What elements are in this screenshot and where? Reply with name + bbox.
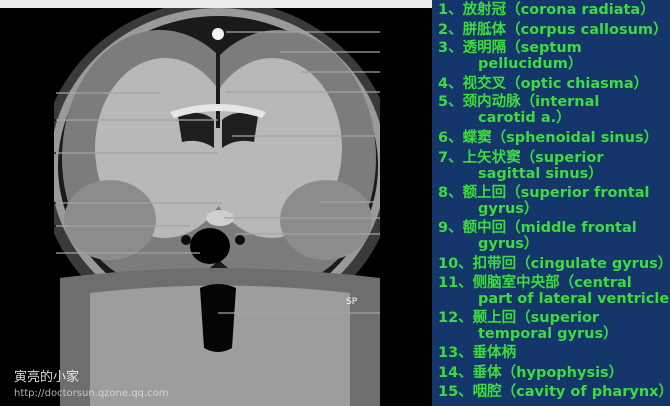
- label-number-3: 3: [14, 144, 25, 162]
- legend-item-1: 1、放射冠（corona radiata）: [438, 2, 655, 18]
- legend-item-11-cont: part of lateral ventricle）: [478, 291, 670, 307]
- legend-item-11: 11、侧脑室中央部（central part of lateral ventric…: [438, 275, 670, 307]
- legend-item-10: 10、扣带回（cingulate gyrus）: [438, 256, 670, 272]
- legend-item-2-text: 2、胼胝体（corpus callosum）: [438, 22, 668, 38]
- legend-item-10-text: 10、扣带回（cingulate gyrus）: [438, 256, 670, 272]
- legend-item-3-cont: pellucidum）: [478, 56, 583, 72]
- label-number-1: 1: [14, 85, 25, 103]
- legend-item-13-text: 13、垂体柄: [438, 345, 517, 361]
- legend-item-14: 14、垂体（hypophysis）: [438, 365, 623, 381]
- mri-panel: 1 2 3 4 5 6 7 8 9 10 11 12 13 14 15 SP 寅…: [0, 0, 432, 406]
- label-number-11: 11: [404, 127, 425, 145]
- legend-item-7: 7、上矢状窦（superior sagittal sinus）: [438, 150, 604, 182]
- label-number-9: 9: [404, 63, 415, 81]
- legend-item-6: 6、蝶窦（sphenoidal sinus）: [438, 130, 658, 146]
- label-number-10: 10: [404, 83, 425, 101]
- legend-item-11-text: 11、侧脑室中央部（central: [438, 275, 632, 291]
- legend-item-13: 13、垂体柄: [438, 345, 516, 361]
- legend-item-5-cont: carotid a.）: [478, 110, 571, 126]
- label-number-2: 2: [14, 111, 25, 129]
- sp-marker-label: SP: [346, 297, 358, 307]
- legend-item-2: 2、胼胝体（corpus callosum）: [438, 22, 668, 38]
- label-number-14: 14: [404, 225, 425, 243]
- legend-item-9-cont: gyrus）: [478, 236, 539, 252]
- legend-item-15-text: 15、咽腔（cavity of pharynx）: [438, 384, 670, 400]
- legend-item-5-text: 5、颈内动脉（internal: [438, 94, 600, 110]
- legend-item-7-text: 7、上矢状窦（superior: [438, 150, 604, 166]
- label-number-15: 15: [404, 304, 425, 322]
- legend-item-4: 4、视交叉（optic chiasma）: [438, 76, 648, 92]
- legend-item-12-cont: temporal gyrus）: [478, 326, 618, 342]
- label-number-7: 7: [404, 23, 415, 41]
- watermark-url: http://doctorsun.qzone.qq.com: [14, 388, 169, 399]
- legend-item-9-text: 9、额中回（middle frontal: [438, 220, 637, 236]
- legend-item-9: 9、额中回（middle frontal gyrus）: [438, 220, 637, 252]
- legend-item-12-text: 12、颞上回（superior: [438, 310, 600, 326]
- legend-item-4-text: 4、视交叉（optic chiasma）: [438, 76, 649, 92]
- legend-item-6-text: 6、蝶窦（sphenoidal sinus）: [438, 130, 659, 146]
- legend-item-8: 8、额上回（superior frontal gyrus）: [438, 185, 649, 217]
- legend-item-15: 15、咽腔（cavity of pharynx）: [438, 384, 670, 400]
- legend-item-3-text: 3、透明隔（septum: [438, 40, 582, 56]
- legend-item-5: 5、颈内动脉（internal carotid a.）: [438, 94, 599, 126]
- legend-item-3: 3、透明隔（septum pellucidum）: [438, 40, 582, 72]
- label-number-5: 5: [14, 217, 25, 235]
- legend-item-1-text: 1、放射冠（corona radiata）: [438, 2, 655, 18]
- label-number-4: 4: [14, 194, 25, 212]
- label-number-8: 8: [404, 43, 415, 61]
- legend-item-14-text: 14、垂体（hypophysis）: [438, 365, 624, 381]
- legend-item-7-cont: sagittal sinus）: [478, 166, 603, 182]
- legend-item-8-cont: gyrus）: [478, 201, 539, 217]
- watermark-title: 寅亮的小家: [14, 370, 80, 385]
- legend-item-8-text: 8、额上回（superior frontal: [438, 185, 650, 201]
- legend-item-12: 12、颞上回（superior temporal gyrus）: [438, 310, 618, 342]
- label-number-6: 6: [14, 244, 25, 262]
- mri-coronal-image: [0, 8, 432, 406]
